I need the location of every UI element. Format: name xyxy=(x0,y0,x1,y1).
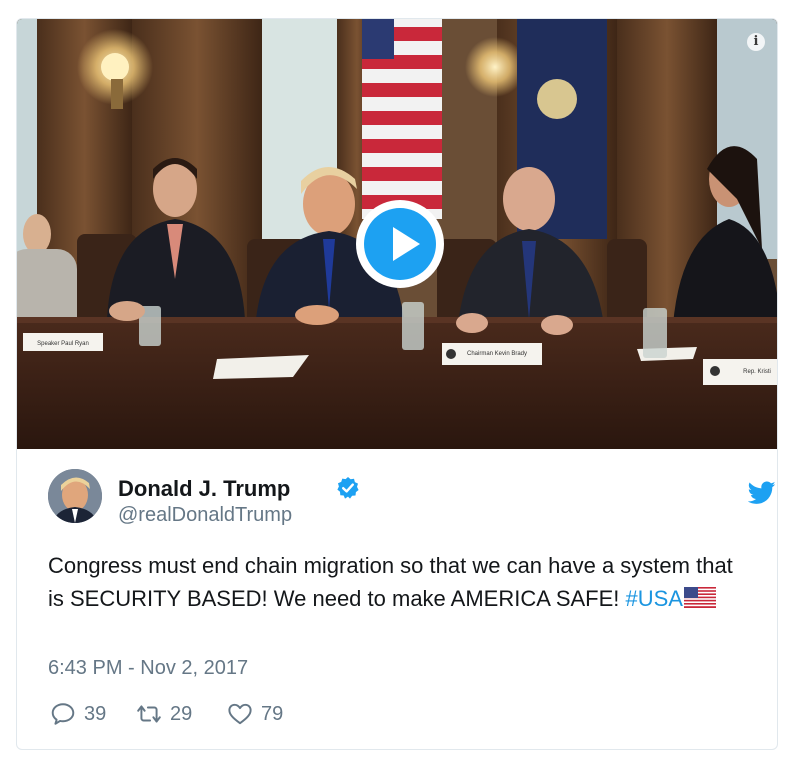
tweet-card: Speaker Paul Ryan Chairman Kevin Brady R… xyxy=(16,18,778,750)
retweet-button[interactable]: 29 xyxy=(136,699,192,729)
svg-text:Rep. Kristi: Rep. Kristi xyxy=(743,369,771,375)
placard-1: Speaker Paul Ryan xyxy=(23,333,103,351)
reply-button[interactable]: 39 xyxy=(50,699,106,729)
video-player[interactable]: Speaker Paul Ryan Chairman Kevin Brady R… xyxy=(17,19,777,449)
retweet-count: 29 xyxy=(170,702,193,725)
placard-2: Chairman Kevin Brady xyxy=(442,343,542,365)
avatar[interactable] xyxy=(48,469,102,523)
hashtag-link[interactable]: #USA xyxy=(626,586,683,611)
svg-text:Chairman Kevin Brady: Chairman Kevin Brady xyxy=(467,351,527,357)
play-button[interactable] xyxy=(356,200,444,288)
tweet-text: Congress must end chain migration so tha… xyxy=(48,549,748,615)
play-icon xyxy=(364,208,436,280)
reply-icon xyxy=(51,703,75,725)
info-icon[interactable]: i xyxy=(747,33,765,51)
placard-3: Rep. Kristi xyxy=(703,359,777,385)
us-flag-icon xyxy=(683,587,716,608)
reply-count: 39 xyxy=(84,702,107,725)
author-name[interactable]: Donald J. Trump xyxy=(118,476,290,502)
tweet-header: Donald J. Trump @realDonaldTrump xyxy=(48,469,776,529)
like-count: 79 xyxy=(261,702,284,725)
verified-badge-icon xyxy=(337,477,359,499)
tweet-timestamp[interactable]: 6:43 PM - Nov 2, 2017 xyxy=(48,657,248,680)
svg-text:Speaker Paul Ryan: Speaker Paul Ryan xyxy=(37,341,89,347)
heart-icon xyxy=(228,703,252,725)
retweet-icon xyxy=(137,705,161,723)
twitter-bird-icon[interactable] xyxy=(748,481,776,505)
like-button[interactable]: 79 xyxy=(227,699,283,729)
author-handle[interactable]: @realDonaldTrump xyxy=(118,504,292,527)
